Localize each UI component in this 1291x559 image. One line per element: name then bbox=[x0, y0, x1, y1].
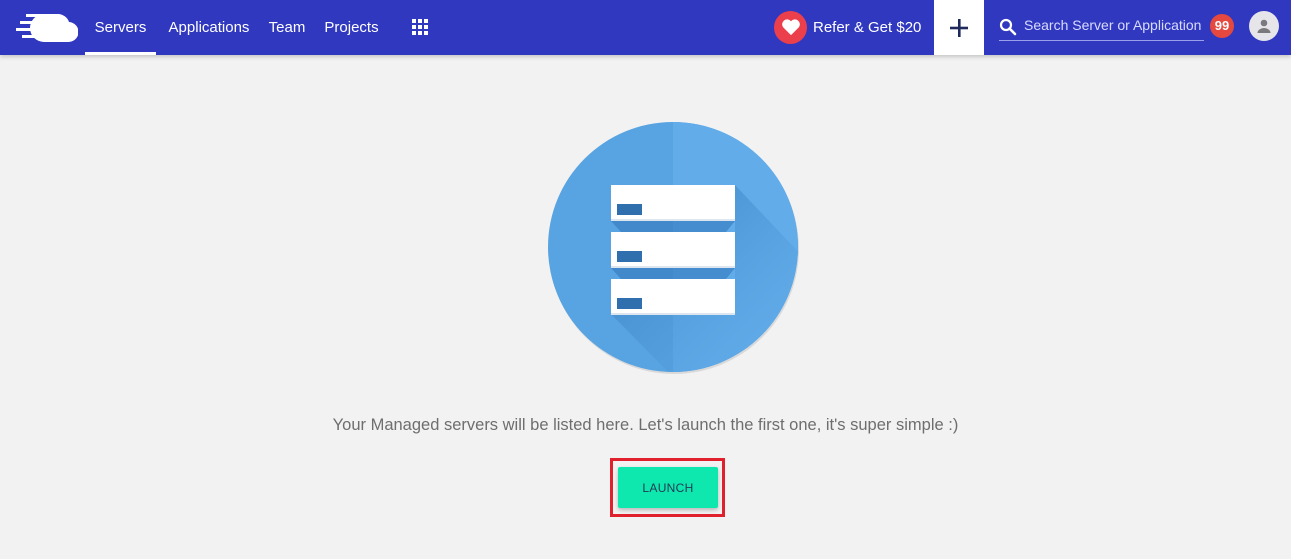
grid-icon[interactable] bbox=[412, 19, 429, 36]
top-navigation-bar: Servers Applications Team Projects Refer… bbox=[0, 0, 1291, 55]
add-button[interactable] bbox=[934, 0, 984, 55]
refer-label: Refer & Get $20 bbox=[813, 18, 922, 36]
empty-state-message: Your Managed servers will be listed here… bbox=[332, 416, 959, 434]
heart-icon bbox=[774, 10, 807, 44]
refer-button[interactable]: Refer & Get $20 bbox=[774, 10, 921, 44]
search-field bbox=[999, 12, 1204, 41]
nav-projects[interactable]: Projects bbox=[320, 0, 383, 55]
search-icon bbox=[999, 18, 1017, 36]
nav-team[interactable]: Team bbox=[264, 0, 310, 55]
cloud-speed-icon[interactable] bbox=[14, 10, 78, 44]
notification-badge[interactable]: 99 bbox=[1210, 14, 1234, 38]
server-unit-2 bbox=[611, 232, 735, 268]
server-stack-illustration bbox=[548, 122, 799, 374]
server-unit-3 bbox=[611, 279, 735, 315]
server-unit-1 bbox=[611, 185, 735, 221]
launch-highlight: LAUNCH bbox=[610, 458, 725, 517]
search-input[interactable] bbox=[1024, 14, 1204, 36]
avatar[interactable] bbox=[1249, 11, 1279, 41]
nav-applications[interactable]: Applications bbox=[163, 0, 255, 55]
plus-icon bbox=[950, 18, 968, 37]
launch-button[interactable]: LAUNCH bbox=[618, 467, 718, 508]
nav-servers[interactable]: Servers bbox=[85, 0, 156, 55]
user-icon bbox=[1257, 19, 1271, 33]
